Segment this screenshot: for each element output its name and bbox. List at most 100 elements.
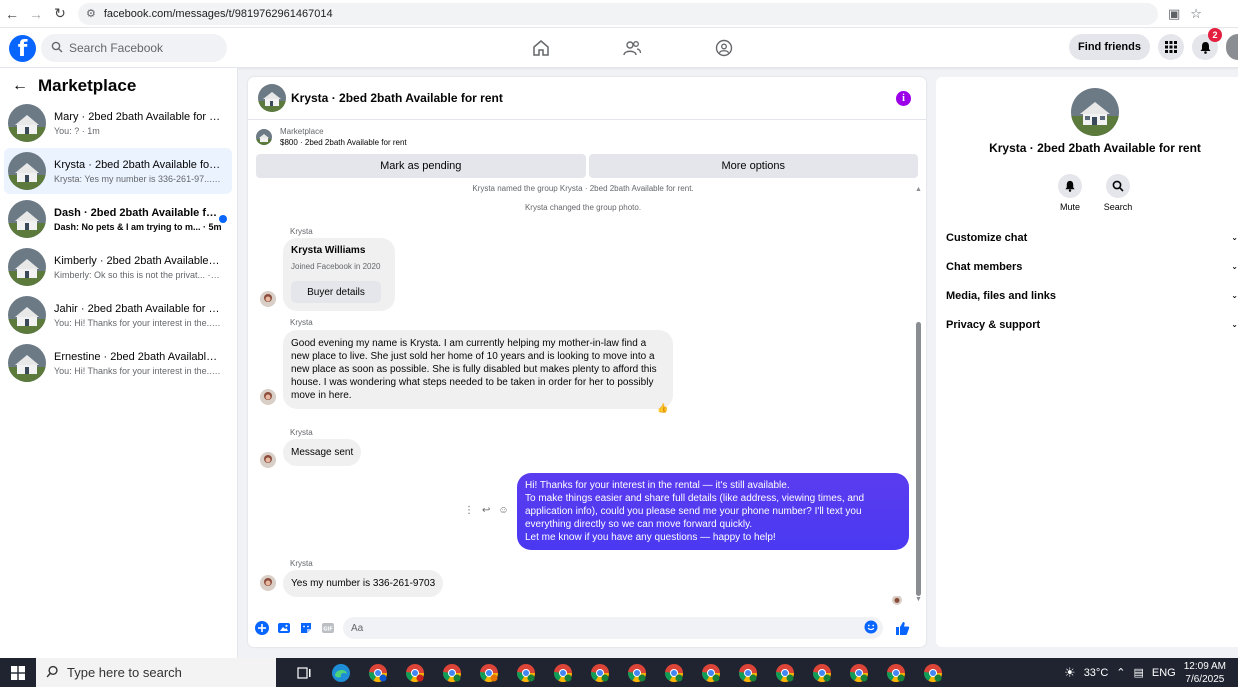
chevron-down-icon: ⌄ [1231, 291, 1238, 300]
privacy-support-section[interactable]: Privacy & support ⌄ [946, 319, 1238, 331]
chat-members-section[interactable]: Chat members ⌄ [946, 261, 1238, 273]
conversation-item[interactable]: Ernestine · 2bed 2bath Available f... You… [4, 340, 232, 386]
chrome-browser-icon[interactable] [588, 661, 612, 685]
friends-icon[interactable] [620, 36, 644, 60]
chrome-browser-icon[interactable] [921, 661, 945, 685]
conversation-item[interactable]: Dash · 2bed 2bath Available for r... Dash… [4, 196, 232, 242]
facebook-logo-icon[interactable]: f [9, 35, 36, 62]
menu-grid-icon[interactable] [1158, 34, 1184, 60]
outgoing-line: everything directly so we can move forwa… [525, 519, 753, 530]
plus-circle-icon[interactable] [253, 619, 271, 637]
buyer-profile-card: Krysta Williams Joined Facebook in 2020 … [283, 238, 395, 311]
facebook-search-input[interactable]: Search Facebook [41, 34, 227, 62]
buyer-details-button[interactable]: Buyer details [291, 281, 381, 303]
notification-count-badge: 2 [1208, 28, 1222, 42]
task-view-icon[interactable] [292, 661, 316, 685]
find-friends-button[interactable]: Find friends [1069, 34, 1150, 60]
thumbs-up-reaction-icon[interactable]: 👍 [657, 403, 668, 414]
media-files-links-section[interactable]: Media, files and links ⌄ [946, 290, 1238, 302]
chrome-browser-icon[interactable] [810, 661, 834, 685]
edge-browser-icon[interactable] [329, 661, 353, 685]
group-avatar[interactable] [1071, 88, 1119, 136]
mark-as-pending-button[interactable]: Mark as pending [256, 154, 586, 178]
conversation-item[interactable]: Jahir · 2bed 2bath Available for rent You… [4, 292, 232, 338]
reload-icon[interactable]: ↻ [48, 2, 72, 26]
system-message: Krysta changed the group photo. [524, 203, 642, 212]
chrome-browser-icon[interactable] [736, 661, 760, 685]
search-in-chat-button[interactable]: Search [1098, 174, 1138, 212]
customize-chat-section[interactable]: Customize chat ⌄ [946, 232, 1238, 244]
address-bar[interactable]: ⚙ facebook.com/messages/t/98197629614670… [78, 2, 1158, 25]
chrome-browser-icon[interactable] [514, 661, 538, 685]
more-actions-icon[interactable]: ⋮ [464, 505, 474, 516]
conversation-name: Mary · 2bed 2bath Available for rent [54, 110, 222, 123]
chrome-browser-icon[interactable] [440, 661, 464, 685]
message-bubble-incoming: Yes my number is 336-261-9703 [283, 570, 444, 597]
emoji-icon[interactable] [864, 620, 878, 637]
gif-icon[interactable]: GIF [319, 619, 337, 637]
chrome-browser-icon[interactable] [403, 661, 427, 685]
forward-arrow-icon[interactable]: → [24, 2, 48, 26]
message-bubble-incoming: Good evening my name is Krysta. I am cur… [283, 330, 673, 409]
taskbar-search-input[interactable]: Type here to search [36, 658, 276, 687]
photo-icon[interactable] [275, 619, 293, 637]
browser-toolbar: ← → ↻ ⚙ facebook.com/messages/t/98197629… [0, 0, 1238, 28]
back-arrow-icon[interactable]: ← [0, 2, 24, 26]
chat-scrollbar[interactable]: ▲ ▼ [915, 186, 923, 606]
notifications-bell-icon[interactable]: 2 [1192, 28, 1222, 60]
conversation-list-panel: ← Marketplace Mary · 2bed 2bath Availabl… [0, 68, 238, 658]
conversation-name: Krysta · 2bed 2bath Available for r... [54, 158, 222, 171]
sticker-icon[interactable] [297, 619, 315, 637]
windows-start-icon[interactable] [0, 658, 36, 687]
tray-chevron-icon[interactable]: ⌃ [1116, 666, 1125, 679]
conversation-preview: Dash: No pets & I am trying to m... · 5m [54, 221, 222, 232]
windows-taskbar: Type here to search ☀ 33°C ⌃ ▤ ENG 12:09… [0, 658, 1238, 687]
search-label: Search [1103, 202, 1133, 212]
unread-dot [219, 215, 227, 223]
star-icon[interactable]: ☆ [1190, 6, 1202, 22]
home-icon[interactable] [529, 36, 553, 60]
marketplace-listing-strip[interactable]: Marketplace $800 · 2bed 2bath Available … [248, 120, 926, 154]
scroll-thumb[interactable] [916, 322, 921, 596]
install-app-icon[interactable]: ▣ [1168, 6, 1180, 22]
clock-date: 7/6/2025 [1185, 673, 1225, 685]
conversation-item[interactable]: Krysta · 2bed 2bath Available for r... Kr… [4, 148, 232, 194]
section-label: Customize chat [946, 232, 1028, 244]
mute-button[interactable]: Mute [1050, 174, 1090, 212]
svg-text:GIF: GIF [323, 627, 332, 633]
weather-icon[interactable]: ☀ [1064, 665, 1076, 681]
chrome-browser-icon[interactable] [699, 661, 723, 685]
conversation-avatar [8, 200, 46, 238]
thumbs-up-send-icon[interactable] [893, 619, 911, 637]
chrome-browser-icon[interactable] [366, 661, 390, 685]
chrome-browser-icon[interactable] [847, 661, 871, 685]
groups-icon[interactable] [712, 36, 736, 60]
sender-avatar [260, 389, 276, 405]
search-icon [46, 665, 59, 681]
chrome-browser-icon[interactable] [551, 661, 575, 685]
scroll-down-icon[interactable]: ▼ [915, 596, 922, 603]
sender-name: Krysta [290, 318, 313, 327]
chrome-browser-icon[interactable] [625, 661, 649, 685]
react-emoji-icon[interactable]: ☺ [498, 505, 508, 516]
network-icon[interactable]: ▤ [1133, 666, 1143, 679]
taskbar-clock[interactable]: 12:09 AM 7/6/2025 [1184, 660, 1226, 686]
reply-icon[interactable]: ↩ [482, 505, 490, 516]
conversation-item[interactable]: Kimberly · 2bed 2bath Available fo... Kim… [4, 244, 232, 290]
site-settings-icon[interactable]: ⚙ [86, 7, 96, 20]
profile-avatar[interactable] [1226, 34, 1238, 60]
conversation-name: Jahir · 2bed 2bath Available for rent [54, 302, 222, 315]
chrome-browser-icon[interactable] [662, 661, 686, 685]
clock-time: 12:09 AM [1183, 660, 1226, 672]
back-arrow-icon[interactable]: ← [12, 77, 28, 95]
chrome-browser-icon[interactable] [773, 661, 797, 685]
language-indicator[interactable]: ENG [1152, 667, 1176, 679]
conversation-item[interactable]: Mary · 2bed 2bath Available for rent You:… [4, 100, 232, 146]
more-options-button[interactable]: More options [588, 154, 918, 178]
chrome-browser-icon[interactable] [884, 661, 908, 685]
chrome-browser-icon[interactable] [477, 661, 501, 685]
message-input[interactable]: Aa [343, 617, 883, 639]
chat-avatar[interactable] [258, 84, 286, 112]
scroll-up-icon[interactable]: ▲ [915, 186, 922, 193]
info-icon[interactable]: i [896, 91, 911, 106]
